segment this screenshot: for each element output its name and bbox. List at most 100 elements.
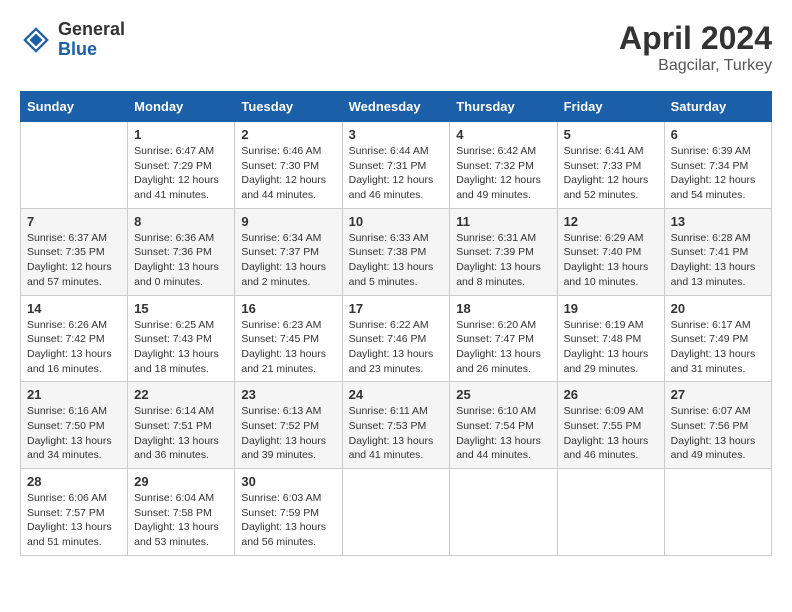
day-number: 10 <box>349 214 444 229</box>
calendar-cell: 4 Sunrise: 6:42 AM Sunset: 7:32 PM Daylig… <box>450 122 557 209</box>
day-number: 24 <box>349 387 444 402</box>
calendar-cell: 21 Sunrise: 6:16 AM Sunset: 7:50 PM Dayli… <box>21 382 128 469</box>
header-day-friday: Friday <box>557 92 664 122</box>
day-info: Sunrise: 6:34 AM Sunset: 7:37 PM Dayligh… <box>241 231 335 290</box>
logo: General Blue <box>20 20 125 60</box>
day-info: Sunrise: 6:25 AM Sunset: 7:43 PM Dayligh… <box>134 318 228 377</box>
header-day-saturday: Saturday <box>664 92 771 122</box>
day-number: 16 <box>241 301 335 316</box>
day-info: Sunrise: 6:31 AM Sunset: 7:39 PM Dayligh… <box>456 231 550 290</box>
calendar-cell: 19Sunrise: 6:19 AM Sunset: 7:48 PM Dayli… <box>557 295 664 382</box>
day-info: Sunrise: 6:47 AM Sunset: 7:29 PM Dayligh… <box>134 144 228 203</box>
calendar-cell: 30 Sunrise: 6:03 AM Sunset: 7:59 PM Dayli… <box>235 469 342 556</box>
day-info: Sunrise: 6:14 AM Sunset: 7:51 PM Dayligh… <box>134 404 228 463</box>
day-info: Sunrise: 6:26 AM Sunset: 7:42 PM Dayligh… <box>27 318 121 377</box>
header-day-monday: Monday <box>128 92 235 122</box>
day-number: 3 <box>349 127 444 142</box>
day-number: 9 <box>241 214 335 229</box>
day-info: Sunrise: 6:33 AM Sunset: 7:38 PM Dayligh… <box>349 231 444 290</box>
calendar-cell: 16Sunrise: 6:23 AM Sunset: 7:45 PM Dayli… <box>235 295 342 382</box>
calendar-cell <box>664 469 771 556</box>
day-number: 30 <box>241 474 335 489</box>
day-number: 18 <box>456 301 550 316</box>
week-row-4: 21 Sunrise: 6:16 AM Sunset: 7:50 PM Dayli… <box>21 382 772 469</box>
day-info: Sunrise: 6:22 AM Sunset: 7:46 PM Dayligh… <box>349 318 444 377</box>
day-number: 2 <box>241 127 335 142</box>
day-info: Sunrise: 6:17 AM Sunset: 7:49 PM Dayligh… <box>671 318 765 377</box>
day-number: 4 <box>456 127 550 142</box>
calendar-location: Bagcilar, Turkey <box>619 57 772 75</box>
week-row-3: 14Sunrise: 6:26 AM Sunset: 7:42 PM Dayli… <box>21 295 772 382</box>
calendar-cell: 2 Sunrise: 6:46 AM Sunset: 7:30 PM Daylig… <box>235 122 342 209</box>
week-row-1: 1 Sunrise: 6:47 AM Sunset: 7:29 PM Daylig… <box>21 122 772 209</box>
calendar-cell: 23 Sunrise: 6:13 AM Sunset: 7:52 PM Dayli… <box>235 382 342 469</box>
logo-blue-text: Blue <box>58 40 125 60</box>
day-info: Sunrise: 6:04 AM Sunset: 7:58 PM Dayligh… <box>134 491 228 550</box>
day-info: Sunrise: 6:10 AM Sunset: 7:54 PM Dayligh… <box>456 404 550 463</box>
header-day-tuesday: Tuesday <box>235 92 342 122</box>
day-number: 26 <box>564 387 658 402</box>
day-number: 13 <box>671 214 765 229</box>
day-info: Sunrise: 6:06 AM Sunset: 7:57 PM Dayligh… <box>27 491 121 550</box>
week-row-2: 7 Sunrise: 6:37 AM Sunset: 7:35 PM Daylig… <box>21 208 772 295</box>
day-info: Sunrise: 6:29 AM Sunset: 7:40 PM Dayligh… <box>564 231 658 290</box>
calendar-cell: 28Sunrise: 6:06 AM Sunset: 7:57 PM Dayli… <box>21 469 128 556</box>
calendar-cell: 24 Sunrise: 6:11 AM Sunset: 7:53 PM Dayli… <box>342 382 450 469</box>
day-info: Sunrise: 6:37 AM Sunset: 7:35 PM Dayligh… <box>27 231 121 290</box>
day-info: Sunrise: 6:11 AM Sunset: 7:53 PM Dayligh… <box>349 404 444 463</box>
day-number: 1 <box>134 127 228 142</box>
day-number: 12 <box>564 214 658 229</box>
day-info: Sunrise: 6:46 AM Sunset: 7:30 PM Dayligh… <box>241 144 335 203</box>
calendar-cell: 9 Sunrise: 6:34 AM Sunset: 7:37 PM Daylig… <box>235 208 342 295</box>
day-number: 25 <box>456 387 550 402</box>
calendar-cell: 5 Sunrise: 6:41 AM Sunset: 7:33 PM Daylig… <box>557 122 664 209</box>
header-row: SundayMondayTuesdayWednesdayThursdayFrid… <box>21 92 772 122</box>
calendar-cell: 15 Sunrise: 6:25 AM Sunset: 7:43 PM Dayli… <box>128 295 235 382</box>
header-day-sunday: Sunday <box>21 92 128 122</box>
day-number: 19 <box>564 301 658 316</box>
title-block: April 2024 Bagcilar, Turkey <box>619 20 772 75</box>
calendar-cell: 11 Sunrise: 6:31 AM Sunset: 7:39 PM Dayli… <box>450 208 557 295</box>
calendar-cell: 26 Sunrise: 6:09 AM Sunset: 7:55 PM Dayli… <box>557 382 664 469</box>
day-info: Sunrise: 6:39 AM Sunset: 7:34 PM Dayligh… <box>671 144 765 203</box>
day-number: 8 <box>134 214 228 229</box>
calendar-cell: 12 Sunrise: 6:29 AM Sunset: 7:40 PM Dayli… <box>557 208 664 295</box>
calendar-cell: 18 Sunrise: 6:20 AM Sunset: 7:47 PM Dayli… <box>450 295 557 382</box>
calendar-cell <box>450 469 557 556</box>
day-info: Sunrise: 6:13 AM Sunset: 7:52 PM Dayligh… <box>241 404 335 463</box>
calendar-cell <box>557 469 664 556</box>
calendar-cell: 27Sunrise: 6:07 AM Sunset: 7:56 PM Dayli… <box>664 382 771 469</box>
day-number: 17 <box>349 301 444 316</box>
day-number: 7 <box>27 214 121 229</box>
calendar-cell: 7 Sunrise: 6:37 AM Sunset: 7:35 PM Daylig… <box>21 208 128 295</box>
calendar-cell: 1 Sunrise: 6:47 AM Sunset: 7:29 PM Daylig… <box>128 122 235 209</box>
calendar-cell: 10 Sunrise: 6:33 AM Sunset: 7:38 PM Dayli… <box>342 208 450 295</box>
day-number: 23 <box>241 387 335 402</box>
calendar-cell: 17 Sunrise: 6:22 AM Sunset: 7:46 PM Dayli… <box>342 295 450 382</box>
day-number: 5 <box>564 127 658 142</box>
logo-text: General Blue <box>58 20 125 60</box>
day-info: Sunrise: 6:28 AM Sunset: 7:41 PM Dayligh… <box>671 231 765 290</box>
calendar-cell: 3Sunrise: 6:44 AM Sunset: 7:31 PM Daylig… <box>342 122 450 209</box>
day-info: Sunrise: 6:20 AM Sunset: 7:47 PM Dayligh… <box>456 318 550 377</box>
day-number: 6 <box>671 127 765 142</box>
calendar-cell: 8Sunrise: 6:36 AM Sunset: 7:36 PM Daylig… <box>128 208 235 295</box>
day-info: Sunrise: 6:41 AM Sunset: 7:33 PM Dayligh… <box>564 144 658 203</box>
day-info: Sunrise: 6:16 AM Sunset: 7:50 PM Dayligh… <box>27 404 121 463</box>
day-number: 29 <box>134 474 228 489</box>
calendar-title: April 2024 <box>619 20 772 57</box>
calendar-cell: 13 Sunrise: 6:28 AM Sunset: 7:41 PM Dayli… <box>664 208 771 295</box>
calendar-table: SundayMondayTuesdayWednesdayThursdayFrid… <box>20 91 772 556</box>
day-info: Sunrise: 6:42 AM Sunset: 7:32 PM Dayligh… <box>456 144 550 203</box>
logo-icon <box>20 24 52 56</box>
calendar-cell: 6 Sunrise: 6:39 AM Sunset: 7:34 PM Daylig… <box>664 122 771 209</box>
day-info: Sunrise: 6:09 AM Sunset: 7:55 PM Dayligh… <box>564 404 658 463</box>
day-number: 11 <box>456 214 550 229</box>
page-header: General Blue April 2024 Bagcilar, Turkey <box>20 20 772 75</box>
calendar-cell: 20Sunrise: 6:17 AM Sunset: 7:49 PM Dayli… <box>664 295 771 382</box>
day-info: Sunrise: 6:03 AM Sunset: 7:59 PM Dayligh… <box>241 491 335 550</box>
day-number: 21 <box>27 387 121 402</box>
logo-general-text: General <box>58 20 125 40</box>
day-number: 15 <box>134 301 228 316</box>
header-day-thursday: Thursday <box>450 92 557 122</box>
